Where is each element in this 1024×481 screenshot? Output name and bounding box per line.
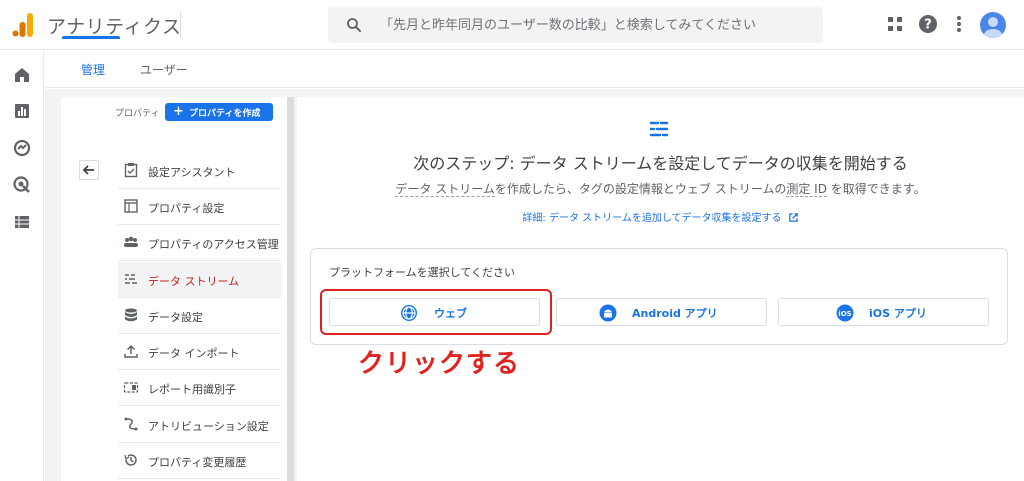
history-icon xyxy=(124,454,137,466)
search-input[interactable] xyxy=(380,7,810,43)
menu-item-label: プロパティのアクセス管理 xyxy=(148,238,279,251)
back-button[interactable] xyxy=(79,160,99,180)
user-avatar-icon xyxy=(980,12,1006,38)
list-icon[interactable] xyxy=(12,212,32,232)
web-button-highlight xyxy=(320,289,552,335)
menu-item-label: データ設定 xyxy=(148,311,203,324)
menu-item-reporting-identity[interactable]: レポート用識別子 xyxy=(118,370,281,406)
clipboard-check-icon xyxy=(124,163,138,178)
more-vert-icon[interactable] xyxy=(949,14,969,34)
menu-item-label: レポート用識別子 xyxy=(148,383,236,396)
data-stream-hero-icon xyxy=(649,121,669,137)
menu-item-data-settings[interactable]: データ設定 xyxy=(118,298,281,334)
identifier-icon xyxy=(123,382,139,393)
svg-text:iOS: iOS xyxy=(838,310,851,318)
advertising-icon[interactable] xyxy=(12,175,32,195)
upload-icon xyxy=(124,344,138,358)
reports-icon[interactable] xyxy=(12,101,32,121)
platform-android-label: Android アプリ xyxy=(632,307,718,320)
search-icon xyxy=(347,18,361,32)
top-bar: アナリティクス ? xyxy=(0,0,1024,50)
menu-item-label: データ インポート xyxy=(148,347,240,360)
app-title: アナリティクス xyxy=(47,16,182,38)
menu-item-setup-assistant[interactable]: 設定アシスタント xyxy=(118,153,281,189)
menu-item-change-history[interactable]: プロパティ変更履歴 xyxy=(118,443,281,479)
data-stream-term[interactable]: データ ストリーム xyxy=(395,182,495,197)
plus-icon: + xyxy=(173,104,184,119)
arrow-back-icon xyxy=(82,165,94,175)
search-bar[interactable] xyxy=(328,7,823,43)
menu-item-label: プロパティ変更履歴 xyxy=(148,456,247,469)
data-stream-icon xyxy=(125,274,137,284)
learn-more-label: 詳細: データ ストリームを追加してデータ収集を設定する xyxy=(522,213,782,224)
avatar[interactable] xyxy=(980,12,1006,38)
panel-scrollbar[interactable] xyxy=(287,97,294,481)
help-icon[interactable]: ? xyxy=(918,14,938,34)
description-text-end: を取得できます。 xyxy=(826,182,926,196)
menu-item-label: アトリビューション設定 xyxy=(148,420,269,433)
explore-icon[interactable] xyxy=(12,138,32,158)
frame-top xyxy=(45,89,1024,97)
click-annotation: クリックする xyxy=(358,349,521,379)
description-text: を作成したら、タグの設定情報とウェブ ストリームの xyxy=(494,182,787,196)
title-divider xyxy=(180,12,181,38)
menu-item-label: プロパティ設定 xyxy=(148,202,225,215)
window-icon xyxy=(124,199,138,213)
tab-admin[interactable]: 管理 xyxy=(81,61,105,78)
menu-item-access-management[interactable]: プロパティのアクセス管理 xyxy=(118,225,281,261)
create-property-label: プロパティを作成 xyxy=(189,109,261,119)
create-property-button[interactable]: + プロパティを作成 xyxy=(165,103,273,121)
apps-grid-icon[interactable] xyxy=(885,14,905,34)
next-step-description: データ ストリームを作成したら、タグの設定情報とウェブ ストリームの測定 ID … xyxy=(297,180,1024,197)
database-icon xyxy=(125,308,137,322)
home-icon[interactable] xyxy=(12,65,32,85)
svg-text:?: ? xyxy=(924,18,932,33)
attribution-icon xyxy=(124,417,138,431)
tab-user[interactable]: ユーザー xyxy=(140,61,188,78)
menu-item-label: 設定アシスタント xyxy=(148,166,236,179)
menu-item-property-settings[interactable]: プロパティ設定 xyxy=(118,189,281,225)
analytics-logo-icon[interactable] xyxy=(12,13,34,37)
menu-item-label: データ ストリーム xyxy=(148,275,240,288)
property-label: プロパティ xyxy=(115,109,160,119)
menu-item-data-streams[interactable]: データ ストリーム xyxy=(118,262,281,298)
platform-ios-label: iOS アプリ xyxy=(869,307,927,320)
admin-tabs: 管理 ユーザー xyxy=(45,50,1024,88)
left-nav-rail xyxy=(0,50,44,481)
learn-more-link[interactable]: 詳細: データ ストリームを追加してデータ収集を設定する xyxy=(297,209,1024,224)
platform-ios-button[interactable]: iOS iOS アプリ xyxy=(778,298,989,326)
frame-left xyxy=(45,89,61,481)
open-in-new-icon xyxy=(788,213,798,222)
platform-android-button[interactable]: Android アプリ xyxy=(556,298,767,326)
active-tab-indicator xyxy=(62,36,120,39)
menu-item-data-import[interactable]: データ インポート xyxy=(118,334,281,370)
people-icon xyxy=(124,236,138,247)
measurement-id-term[interactable]: 測定 ID xyxy=(786,182,827,197)
platform-card-title: プラットフォームを選択してください xyxy=(329,266,516,279)
android-icon xyxy=(599,304,617,322)
menu-item-attribution-settings[interactable]: アトリビューション設定 xyxy=(118,407,281,443)
next-step-heading: 次のステップ: データ ストリームを設定してデータの収集を開始する xyxy=(413,154,908,173)
ios-icon: iOS xyxy=(836,304,854,322)
